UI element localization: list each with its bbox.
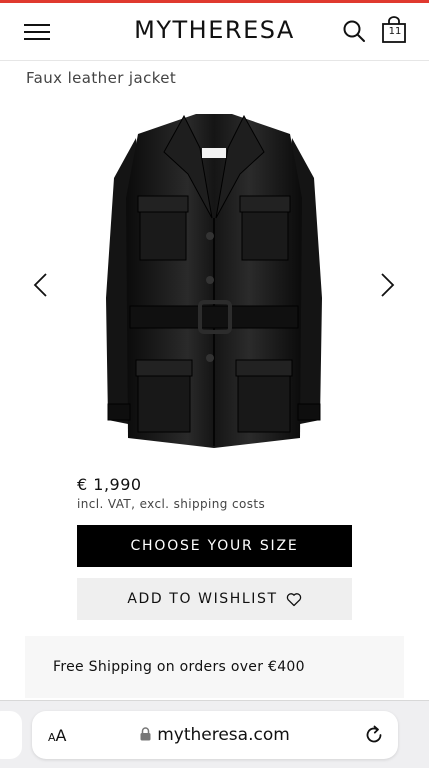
menu-icon[interactable] <box>24 21 52 43</box>
url-text: mytheresa.com <box>157 725 290 745</box>
next-image-arrow[interactable] <box>373 270 403 300</box>
vat-note: incl. VAT, excl. shipping costs <box>77 497 266 511</box>
choose-size-button[interactable]: CHOOSE YOUR SIZE <box>77 525 352 567</box>
url-display[interactable]: mytheresa.com <box>32 725 398 745</box>
bag-count-badge: 11 <box>388 26 402 37</box>
product-price: € 1,990 <box>77 475 142 494</box>
previous-tab-peek[interactable] <box>0 711 22 759</box>
site-header: MYTHERESA 11 <box>0 3 429 61</box>
free-shipping-banner: Free Shipping on orders over €400 <box>25 636 404 698</box>
shopping-bag-button[interactable]: 11 <box>381 16 409 46</box>
chevron-right-icon <box>381 273 395 297</box>
free-shipping-text: Free Shipping on orders over €400 <box>53 659 305 675</box>
previous-image-arrow[interactable] <box>27 270 57 300</box>
product-title: Faux leather jacket <box>26 69 177 87</box>
heart-icon <box>286 592 301 606</box>
product-image-jacket[interactable] <box>96 108 332 460</box>
chevron-left-icon <box>33 273 47 297</box>
search-icon[interactable] <box>342 19 368 45</box>
wishlist-label: ADD TO WISHLIST <box>127 591 278 607</box>
reload-icon[interactable] <box>363 724 385 746</box>
lock-icon <box>140 727 151 741</box>
browser-address-bar: AA mytheresa.com <box>0 700 429 768</box>
url-field[interactable]: AA mytheresa.com <box>32 711 398 759</box>
add-to-wishlist-button[interactable]: ADD TO WISHLIST <box>77 578 352 620</box>
